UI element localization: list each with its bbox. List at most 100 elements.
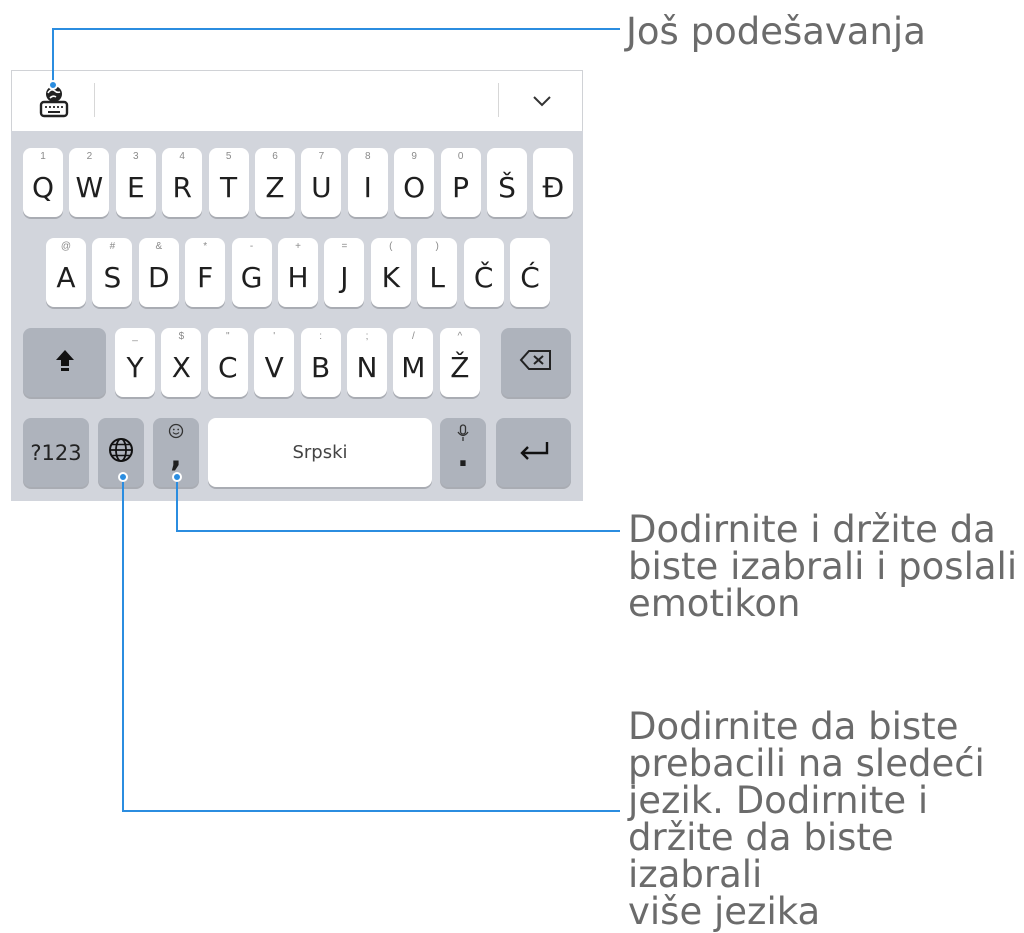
key-label: K: [381, 261, 400, 294]
key-đ[interactable]: Đ: [533, 148, 574, 217]
symbols-key[interactable]: ?123: [23, 418, 89, 487]
key-l[interactable]: ) L: [417, 238, 458, 307]
key-hint: 2: [86, 151, 93, 162]
key-label: H: [287, 261, 309, 294]
key-b[interactable]: :B: [300, 328, 341, 397]
key-label: I: [363, 171, 372, 204]
annotation-language-line: Dodirnite da biste: [628, 705, 959, 748]
symbols-key-label: ?123: [30, 440, 82, 465]
space-key[interactable]: Srpski: [208, 418, 432, 487]
callout-line-settings-horizontal: [52, 28, 620, 30]
callout-line-settings-vertical: [52, 29, 54, 84]
key-label: Č: [473, 261, 494, 294]
key-i[interactable]: 8I: [347, 148, 388, 217]
key-label: G: [240, 261, 263, 294]
key-f[interactable]: * F: [185, 238, 226, 307]
key-hint: @: [60, 241, 72, 252]
key-hint: 5: [225, 151, 232, 162]
key-label: R: [172, 171, 192, 204]
callout-dot-settings: [48, 80, 58, 90]
key-p[interactable]: 0P: [440, 148, 481, 217]
key-a[interactable]: @ A: [46, 238, 86, 307]
backspace-key[interactable]: [501, 328, 571, 397]
keyboard: 1Q2W3E4R5T6Z7U8I9O0PŠĐ @ A # S & D * F - G + H = J(K)…: [11, 131, 583, 501]
key-label: S: [103, 261, 122, 294]
shift-key[interactable]: [23, 328, 106, 397]
period-voice-key[interactable]: .: [440, 418, 486, 487]
key-label: U: [311, 171, 332, 204]
key-hint: &: [155, 241, 163, 252]
key-j[interactable]: = J: [324, 238, 365, 307]
callout-line-language-vertical: [122, 477, 124, 811]
keyboard-toolbar: [11, 70, 583, 131]
key-e[interactable]: 3E: [115, 148, 156, 217]
key-hint: 9: [411, 151, 417, 162]
enter-key[interactable]: [496, 418, 571, 487]
key-label: N: [356, 351, 378, 384]
key-hint: (: [389, 241, 393, 252]
key-c[interactable]: " C: [207, 328, 248, 397]
key-hint: +: [295, 241, 301, 252]
annotation-language-line: više jezika: [628, 890, 821, 933]
key-q[interactable]: 1Q: [23, 148, 63, 217]
callout-line-emoji-horizontal: [176, 530, 620, 532]
key-label: Y: [126, 351, 144, 384]
callout-dot-language: [118, 472, 128, 482]
annotation-language-line: držite da biste izabrali: [628, 816, 894, 896]
key-u[interactable]: 7U: [301, 148, 342, 217]
annotation-language-line: jezik. Dodirnite i: [628, 779, 929, 822]
key-hint: ;: [365, 331, 369, 342]
key-label: Ć: [520, 261, 540, 294]
key-hint: ^: [457, 331, 463, 342]
key-n[interactable]: ; N: [347, 328, 387, 397]
key-label: F: [197, 261, 214, 294]
key-č[interactable]: Č: [463, 238, 504, 307]
key-w[interactable]: 2W: [69, 148, 110, 217]
key-x[interactable]: $ X: [161, 328, 202, 397]
key-label: L: [429, 261, 445, 294]
space-key-label: Srpski: [292, 442, 348, 463]
key-hint: 6: [272, 151, 278, 162]
key-label: Đ: [542, 171, 565, 204]
key-hint: 1: [40, 151, 46, 162]
key-label: X: [171, 351, 191, 384]
key-label: Q: [31, 171, 55, 204]
key-h[interactable]: + H: [278, 238, 318, 307]
key-label: V: [264, 351, 284, 384]
callout-dot-emoji: [172, 472, 182, 482]
annotation-language-line: prebacili na sledeći: [628, 742, 985, 785]
key-hint: 0: [457, 151, 464, 162]
annotation-emoji-line: emotikon: [628, 582, 801, 625]
key-o[interactable]: 9O: [394, 148, 435, 217]
callout-line-language-horizontal: [122, 810, 620, 812]
callout-line-emoji-vertical: [176, 477, 178, 531]
key-v[interactable]: ' V: [254, 328, 295, 397]
key-s[interactable]: # S: [92, 238, 133, 307]
backspace-icon: [519, 349, 553, 376]
chevron-down-icon[interactable]: [522, 83, 562, 119]
key-hint: *: [203, 241, 208, 252]
key-m[interactable]: / M: [393, 328, 434, 397]
key-d[interactable]: & D: [138, 238, 179, 307]
shift-arrow-icon: [54, 348, 76, 377]
key-t[interactable]: 5T: [208, 148, 249, 217]
key-hint: :: [319, 331, 322, 342]
annotation-more-settings: Još podešavanja: [626, 10, 926, 53]
key-š[interactable]: Š: [487, 148, 527, 217]
key-r[interactable]: 4R: [162, 148, 203, 217]
key-g[interactable]: -G: [231, 238, 272, 307]
key-k[interactable]: (K: [370, 238, 411, 307]
key-hint: ): [435, 241, 439, 252]
comma-label: ,: [170, 439, 182, 474]
toolbar-divider: [498, 83, 499, 117]
key-label: Z: [265, 171, 285, 204]
key-ć[interactable]: Ć: [510, 238, 550, 307]
annotation-language: Dodirnite da biste prebacili na sledeći …: [628, 708, 1024, 930]
key-z[interactable]: 6Z: [255, 148, 295, 217]
key-hint: ': [273, 331, 276, 342]
key-y[interactable]: _ Y: [115, 328, 155, 397]
key-label: Ž: [450, 351, 470, 384]
key-ž[interactable]: ^ Ž: [439, 328, 480, 397]
key-hint: 8: [365, 151, 371, 162]
toolbar-divider: [94, 83, 95, 117]
